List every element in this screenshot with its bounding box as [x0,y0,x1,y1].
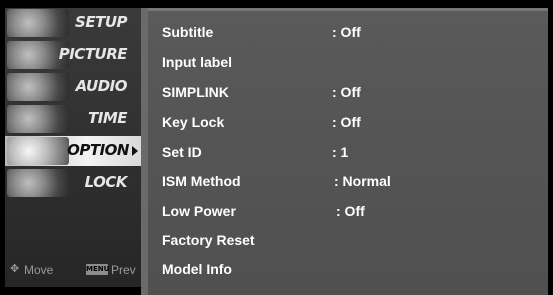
tv-osd-menu: SETUP PICTURE AUDIO TIME OPTION LOCK ✥ M… [0,0,553,295]
menu-item-lock[interactable]: LOCK [5,168,141,198]
menu-item-label: SETUP [75,13,127,31]
menu-item-label: LOCK [84,173,128,191]
menu-item-label: AUDIO [75,77,128,95]
menu-key-icon: MENU [86,264,110,275]
option-value: : Off [332,84,361,100]
panel-divider [141,8,148,295]
option-settings-panel: Subtitle : Off Input label SIMPLINK : Of… [148,11,548,295]
option-name: Factory Reset [162,232,255,248]
menu-item-audio[interactable]: AUDIO [5,72,141,102]
setup-thumbnail-icon [7,9,69,37]
option-value: : Off [332,24,361,40]
option-name: Low Power [162,203,236,219]
option-name: Set ID [162,144,202,160]
audio-thumbnail-icon [7,73,69,101]
navigation-hint: ✥ Move MENU Prev [10,262,140,280]
menu-item-label: PICTURE [58,45,128,63]
option-thumbnail-icon [7,137,69,165]
lock-thumbnail-icon [7,169,69,197]
option-value: : 1 [332,144,349,160]
move-arrows-icon: ✥ [10,263,20,275]
time-thumbnail-icon [7,105,69,133]
menu-item-option[interactable]: OPTION [5,136,141,166]
move-hint-label: Move [24,263,54,277]
option-name: Model Info [162,261,232,277]
submenu-arrow-icon [132,146,138,156]
option-value: : Normal [334,173,391,189]
option-name: Key Lock [162,114,225,130]
option-value: : Off [332,114,361,130]
option-name: Input label [162,54,232,70]
menu-sidebar: SETUP PICTURE AUDIO TIME OPTION LOCK [5,8,141,287]
option-name: Subtitle [162,24,214,40]
option-name: ISM Method [162,173,241,189]
option-value: : Off [336,203,365,219]
menu-item-setup[interactable]: SETUP [5,8,141,38]
menu-item-time[interactable]: TIME [5,104,141,134]
option-name: SIMPLINK [162,84,229,100]
menu-item-label: OPTION [67,141,129,159]
prev-hint-label: Prev [111,263,136,277]
menu-item-picture[interactable]: PICTURE [5,40,141,70]
menu-item-label: TIME [88,109,128,127]
